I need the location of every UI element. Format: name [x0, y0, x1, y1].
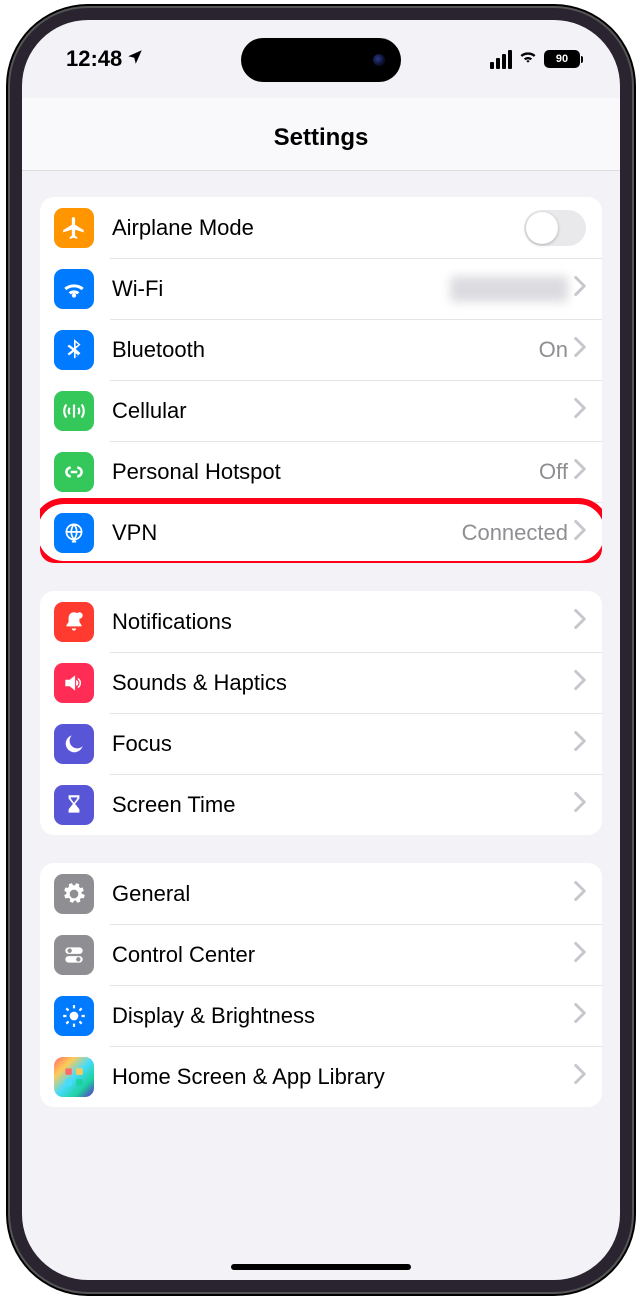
row-label: Wi-Fi — [112, 276, 450, 302]
row-label: Personal Hotspot — [112, 459, 539, 485]
screentime-icon — [54, 785, 94, 825]
row-vpn[interactable]: VPNConnected — [40, 502, 602, 563]
settings-group: General Control Center Display & Brightnes… — [40, 863, 602, 1107]
row-wifi[interactable]: Wi-Fi — [40, 258, 602, 319]
chevron-right-icon — [574, 337, 586, 362]
row-display[interactable]: Display & Brightness — [40, 985, 602, 1046]
chevron-right-icon — [574, 459, 586, 484]
chevron-right-icon — [574, 731, 586, 756]
chevron-right-icon — [574, 670, 586, 695]
chevron-right-icon — [574, 942, 586, 967]
phone-frame: 12:48 90 Settings Airplane Mode Wi-Fi Blue… — [8, 6, 634, 1294]
row-detail-blurred — [450, 276, 568, 302]
row-label: Sounds & Haptics — [112, 670, 574, 696]
vpn-icon — [54, 513, 94, 553]
cellular-icon — [54, 391, 94, 431]
notifications-icon — [54, 602, 94, 642]
chevron-right-icon — [574, 398, 586, 423]
row-notifications[interactable]: Notifications — [40, 591, 602, 652]
homescreen-icon — [54, 1057, 94, 1097]
row-airplane[interactable]: Airplane Mode — [40, 197, 602, 258]
sounds-icon — [54, 663, 94, 703]
focus-icon — [54, 724, 94, 764]
settings-list[interactable]: Airplane Mode Wi-Fi BluetoothOn Cellular Per… — [22, 171, 620, 1280]
row-label: Bluetooth — [112, 337, 539, 363]
general-icon — [54, 874, 94, 914]
toggle-switch[interactable] — [524, 210, 586, 246]
row-label: Focus — [112, 731, 574, 757]
status-time: 12:48 — [66, 46, 122, 72]
dynamic-island — [241, 38, 401, 82]
row-label: Screen Time — [112, 792, 574, 818]
row-label: Notifications — [112, 609, 574, 635]
row-label: VPN — [112, 520, 462, 546]
chevron-right-icon — [574, 609, 586, 634]
chevron-right-icon — [574, 881, 586, 906]
wifi-icon — [54, 269, 94, 309]
row-label: Control Center — [112, 942, 574, 968]
chevron-right-icon — [574, 1064, 586, 1089]
cellular-signal-icon — [490, 50, 512, 69]
row-screentime[interactable]: Screen Time — [40, 774, 602, 835]
location-icon — [126, 46, 144, 72]
nav-header: Settings — [22, 98, 620, 171]
airplane-icon — [54, 208, 94, 248]
row-general[interactable]: General — [40, 863, 602, 924]
row-detail: Off — [539, 459, 568, 485]
page-title: Settings — [22, 124, 620, 152]
chevron-right-icon — [574, 276, 586, 301]
row-bluetooth[interactable]: BluetoothOn — [40, 319, 602, 380]
row-cellular[interactable]: Cellular — [40, 380, 602, 441]
wifi-status-icon — [518, 46, 538, 72]
row-label: General — [112, 881, 574, 907]
home-indicator[interactable] — [231, 1264, 411, 1270]
row-sounds[interactable]: Sounds & Haptics — [40, 652, 602, 713]
battery-indicator: 90 — [544, 50, 580, 68]
controlcenter-icon — [54, 935, 94, 975]
row-homescreen[interactable]: Home Screen & App Library — [40, 1046, 602, 1107]
chevron-right-icon — [574, 792, 586, 817]
settings-group: Notifications Sounds & Haptics Focus Screen… — [40, 591, 602, 835]
row-controlcenter[interactable]: Control Center — [40, 924, 602, 985]
bluetooth-icon — [54, 330, 94, 370]
row-detail: Connected — [462, 520, 568, 546]
display-icon — [54, 996, 94, 1036]
row-label: Display & Brightness — [112, 1003, 574, 1029]
chevron-right-icon — [574, 520, 586, 545]
chevron-right-icon — [574, 1003, 586, 1028]
settings-group: Airplane Mode Wi-Fi BluetoothOn Cellular Per… — [40, 197, 602, 563]
row-label: Home Screen & App Library — [112, 1064, 574, 1090]
row-label: Cellular — [112, 398, 574, 424]
row-detail: On — [539, 337, 568, 363]
row-hotspot[interactable]: Personal HotspotOff — [40, 441, 602, 502]
screen: 12:48 90 Settings Airplane Mode Wi-Fi Blue… — [22, 20, 620, 1280]
row-label: Airplane Mode — [112, 215, 524, 241]
hotspot-icon — [54, 452, 94, 492]
row-focus[interactable]: Focus — [40, 713, 602, 774]
